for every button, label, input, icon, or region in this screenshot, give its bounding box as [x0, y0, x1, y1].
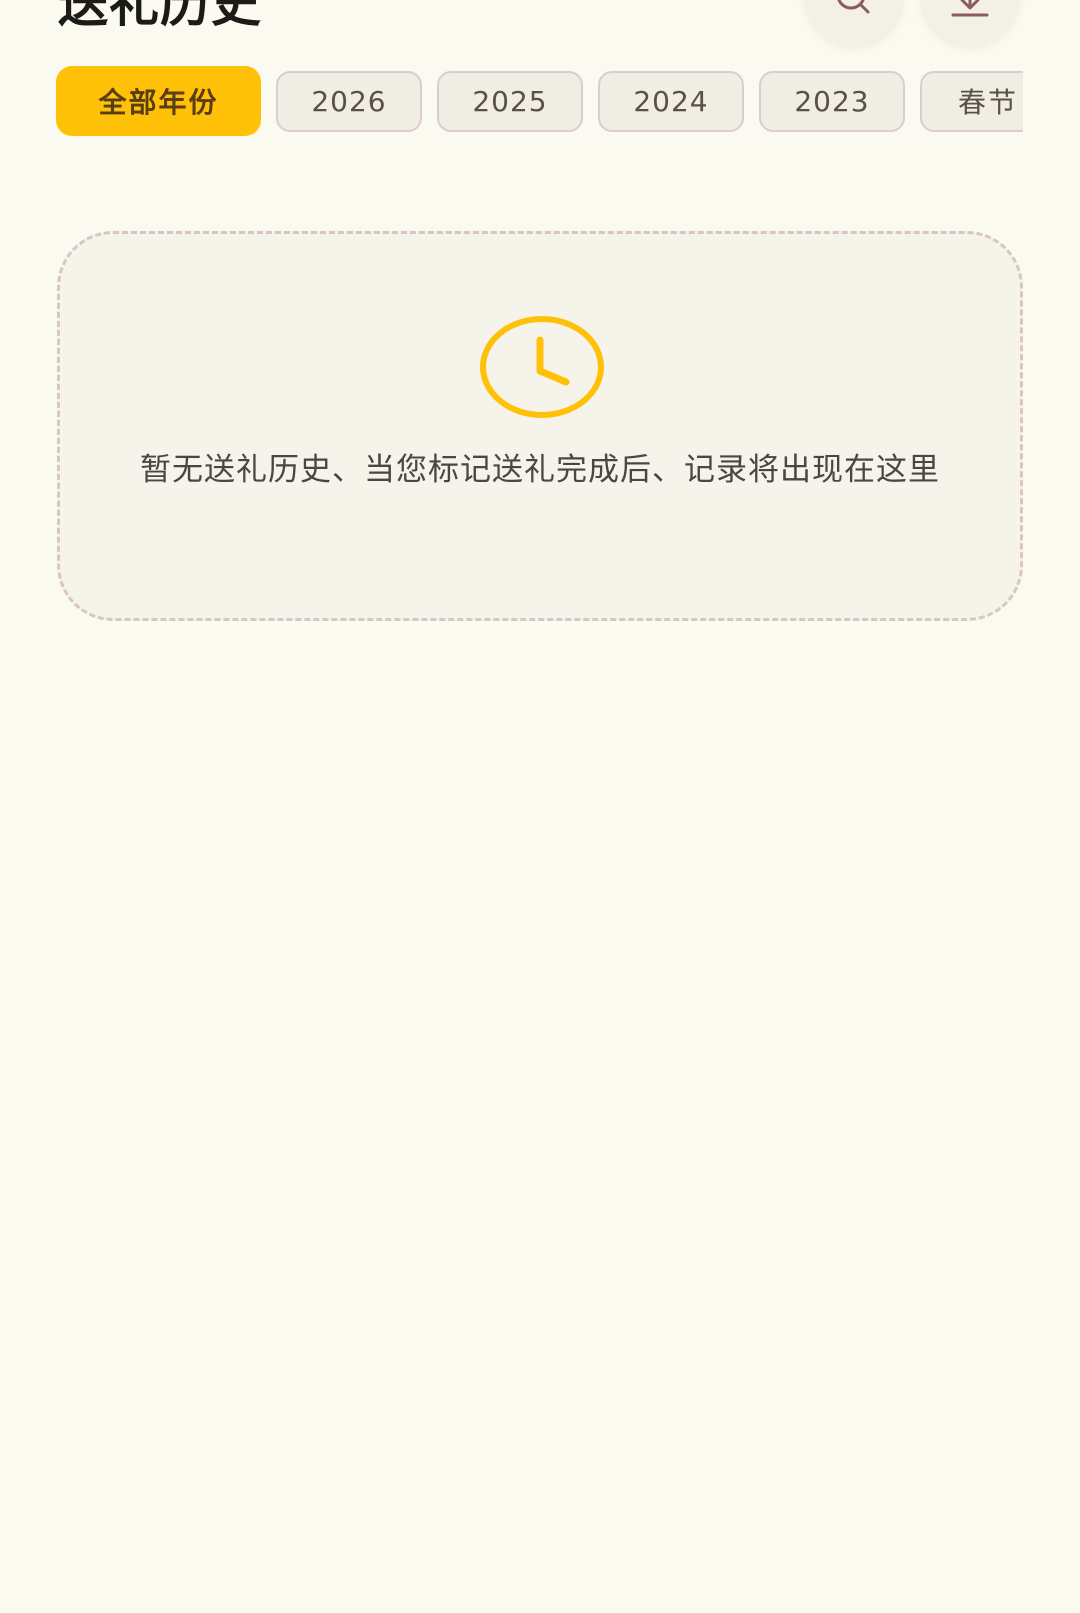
- search-button[interactable]: [805, 0, 903, 46]
- filter-chip-all-years[interactable]: 全部年份: [56, 66, 261, 136]
- search-icon: [837, 0, 870, 14]
- download-button[interactable]: [921, 0, 1019, 46]
- empty-state-message: 暂无送礼历史、当您标记送礼完成后、记录将出现在这里: [140, 452, 940, 488]
- year-filter-bar: 全部年份 2026 2025 2024 2023 春节: [0, 60, 1023, 150]
- filter-chip-2025[interactable]: 2025: [437, 70, 583, 132]
- filter-chip-2026[interactable]: 2026: [276, 70, 422, 132]
- filter-chip-2023[interactable]: 2023: [759, 70, 905, 132]
- page-title: 送礼历史: [58, 0, 262, 33]
- filter-chip-spring-festival[interactable]: 春节: [920, 70, 1023, 132]
- empty-state-card: 暂无送礼历史、当您标记送礼完成后、记录将出现在这里: [57, 231, 1023, 621]
- clock-icon: [480, 316, 604, 418]
- download-icon: [951, 0, 989, 17]
- filter-chip-2024[interactable]: 2024: [598, 70, 744, 132]
- year-filter-list: 全部年份 2026 2025 2024 2023 春节: [56, 66, 1023, 136]
